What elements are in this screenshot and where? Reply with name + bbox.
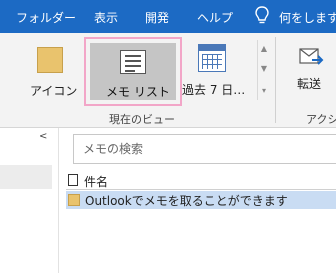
actions-group-label: アクシ [306, 113, 336, 126]
tab-help[interactable]: ヘルプ [197, 9, 233, 26]
tab-view[interactable]: 表示 [94, 9, 118, 26]
sticky-note-icon [37, 47, 63, 73]
list-header: 件名 [66, 172, 336, 190]
view-note-list-button[interactable]: メモ リスト [84, 37, 182, 106]
view-last-7-days-label: 過去 7 日… [182, 83, 246, 97]
calendar-icon [198, 44, 226, 72]
search-box[interactable] [73, 134, 336, 164]
subject-column-header[interactable]: 件名 [84, 173, 108, 190]
collapse-pane-icon[interactable]: < [39, 131, 47, 142]
current-view-group-label: 現在のビュー [109, 113, 175, 126]
document-icon [68, 174, 78, 186]
gallery-scroller[interactable]: ▲ ▼ ▾ [257, 40, 269, 100]
view-icon-button[interactable]: アイコン [20, 41, 80, 99]
forward-label: 転送 [297, 77, 322, 91]
forward-button[interactable]: 転送 [286, 39, 336, 97]
view-icon-label: アイコン [30, 84, 78, 98]
lightbulb-icon[interactable] [254, 6, 270, 26]
list-document-icon [120, 50, 146, 74]
group-divider [275, 37, 276, 123]
menu-bar: フォルダー 表示 開発 ヘルプ 何をしますか [0, 0, 336, 33]
view-last-7-days-button[interactable]: 過去 7 日… [182, 41, 256, 99]
tab-folder[interactable]: フォルダー [16, 9, 76, 26]
tell-me-search[interactable]: 何をしますか [279, 9, 336, 26]
more-options-icon[interactable]: ▾ [258, 82, 270, 100]
chevron-down-icon[interactable]: ▼ [258, 60, 270, 78]
note-icon [68, 194, 80, 206]
folder-pane-item[interactable] [0, 165, 52, 189]
note-subject: Outlookでメモを取ることができます [85, 194, 288, 208]
ribbon: アイコン メモ リスト 過去 7 日… ▲ ▼ ▾ 転送 現在のビュー アクシ [0, 33, 336, 128]
view-note-list-label: メモ リスト [106, 85, 170, 99]
search-input[interactable] [74, 135, 336, 163]
tab-developer[interactable]: 開発 [145, 9, 169, 26]
list-item[interactable]: Outlookでメモを取ることができます [66, 191, 336, 209]
chevron-up-icon[interactable]: ▲ [258, 40, 270, 58]
forward-icon [299, 48, 324, 65]
pane-divider [58, 128, 59, 273]
